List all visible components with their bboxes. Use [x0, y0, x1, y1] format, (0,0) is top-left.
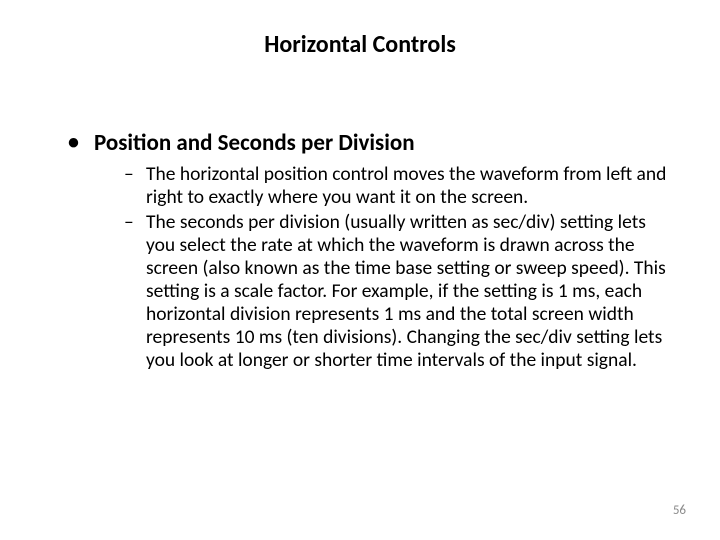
sub-bullet-2: The seconds per division (usually writte… [124, 211, 670, 372]
page-number: 56 [673, 503, 686, 518]
slide-title: Horizontal Controls [50, 30, 670, 59]
bullet-1-heading: Position and Seconds per Division [94, 129, 415, 157]
bullet-list-level2: The horizontal position control moves th… [94, 163, 670, 372]
bullet-item-1: Position and Seconds per Division The ho… [68, 129, 670, 372]
sub-bullet-1: The horizontal position control moves th… [124, 163, 670, 209]
bullet-list-level1: Position and Seconds per Division The ho… [50, 129, 670, 372]
